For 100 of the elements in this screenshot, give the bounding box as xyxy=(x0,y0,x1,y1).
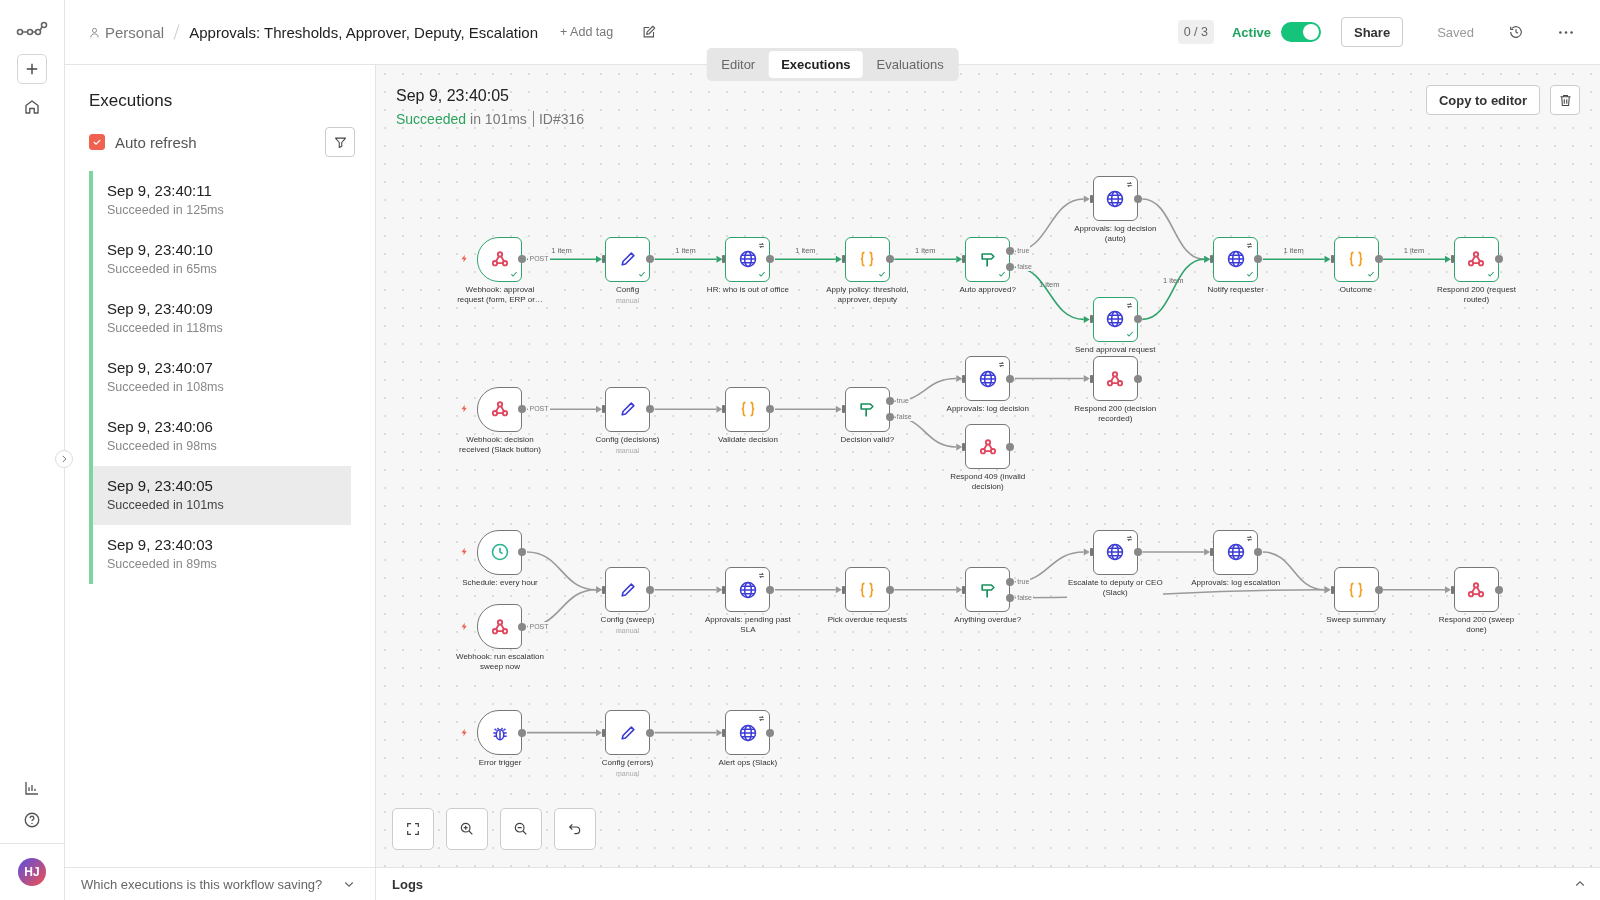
workflow-node[interactable] xyxy=(1454,236,1499,282)
output-handle[interactable] xyxy=(518,255,527,264)
workflow-node[interactable] xyxy=(725,710,771,756)
auto-refresh-checkbox[interactable] xyxy=(89,134,105,150)
workflow-node[interactable] xyxy=(965,356,1011,402)
add-button[interactable] xyxy=(17,54,47,84)
output-handle[interactable] xyxy=(766,585,775,594)
zoom-in-button[interactable] xyxy=(446,808,488,850)
output-handle[interactable] xyxy=(646,585,654,594)
output-handle[interactable] xyxy=(1133,194,1142,203)
output-handle[interactable] xyxy=(518,548,527,557)
history-icon[interactable] xyxy=(1508,24,1524,40)
workflow-node[interactable] xyxy=(1213,529,1259,575)
output-handle[interactable] xyxy=(766,255,775,264)
execution-item[interactable]: Sep 9, 23:40:03 Succeeded in 89ms xyxy=(89,525,351,584)
input-handle[interactable] xyxy=(1451,585,1454,594)
workflow-node[interactable] xyxy=(605,710,650,756)
help-icon[interactable] xyxy=(23,811,41,829)
input-handle[interactable] xyxy=(1210,548,1214,557)
workflow-node[interactable] xyxy=(477,710,523,756)
input-handle[interactable] xyxy=(962,585,966,594)
workflow-node[interactable] xyxy=(965,567,1011,613)
chart-icon[interactable] xyxy=(23,779,41,797)
input-handle[interactable] xyxy=(962,442,966,451)
edit-icon[interactable] xyxy=(641,24,657,40)
breadcrumb-link[interactable]: Personal xyxy=(89,23,165,41)
input-handle[interactable] xyxy=(1330,255,1334,264)
output-handle[interactable] xyxy=(1495,255,1503,264)
add-tag-link[interactable]: + Add tag xyxy=(560,25,614,39)
input-handle[interactable] xyxy=(1330,585,1334,594)
workflow-node[interactable] xyxy=(965,236,1011,282)
zoom-out-button[interactable] xyxy=(500,808,542,850)
input-handle[interactable] xyxy=(962,374,966,383)
input-handle[interactable] xyxy=(722,255,726,264)
auto-refresh-label[interactable]: Auto refresh xyxy=(115,133,197,151)
share-button[interactable]: Share xyxy=(1341,17,1404,47)
input-handle[interactable] xyxy=(722,728,726,737)
workflow-node[interactable] xyxy=(1454,567,1499,613)
workflow-node[interactable] xyxy=(725,386,771,432)
output-handle[interactable] xyxy=(885,585,894,594)
workflow-title[interactable]: Approvals: Thresholds, Approver, Deputy, Escalation xyxy=(189,23,538,41)
workflow-node[interactable] xyxy=(965,424,1011,470)
output-handle[interactable] xyxy=(1006,374,1015,383)
output-handle[interactable] xyxy=(518,622,527,631)
workflow-node[interactable] xyxy=(477,529,523,575)
workflow-node[interactable] xyxy=(1213,236,1259,282)
workflow-node[interactable] xyxy=(477,386,523,432)
more-icon[interactable] xyxy=(1558,29,1574,35)
reset-button[interactable] xyxy=(554,808,596,850)
output-handle[interactable] xyxy=(1006,442,1015,451)
delete-button[interactable] xyxy=(1550,85,1580,115)
output-handle[interactable] xyxy=(518,728,527,737)
execution-item[interactable]: Sep 9, 23:40:07 Succeeded in 108ms xyxy=(89,348,351,407)
workflow-node[interactable] xyxy=(1092,529,1138,575)
workflow-node[interactable] xyxy=(844,567,890,613)
workflow-node[interactable] xyxy=(1092,356,1138,402)
logs-title[interactable]: Logs xyxy=(392,876,424,892)
workflow-node[interactable] xyxy=(1333,236,1379,282)
output-handle[interactable] xyxy=(1133,315,1142,324)
input-handle[interactable] xyxy=(841,585,845,594)
output-handle[interactable] xyxy=(1374,585,1383,594)
output-handle[interactable] xyxy=(766,728,775,737)
view-tab[interactable]: Evaluations xyxy=(864,51,956,78)
output-handle[interactable] xyxy=(1133,548,1142,557)
execution-item[interactable]: Sep 9, 23:40:05 Succeeded in 101ms xyxy=(89,466,351,525)
input-handle[interactable] xyxy=(1089,374,1093,383)
workflow-node[interactable] xyxy=(605,236,650,282)
copy-to-editor-button[interactable]: Copy to editor xyxy=(1425,85,1540,115)
workflow-node[interactable] xyxy=(844,386,890,432)
workflow-node[interactable] xyxy=(725,236,771,282)
output-handle[interactable] xyxy=(1374,255,1383,264)
workflow-node[interactable] xyxy=(1092,176,1138,222)
input-handle[interactable] xyxy=(722,585,726,594)
execution-item[interactable]: Sep 9, 23:40:10 Succeeded in 65ms xyxy=(89,230,351,289)
input-handle[interactable] xyxy=(602,728,605,737)
output-handle[interactable] xyxy=(1254,548,1263,557)
input-handle[interactable] xyxy=(841,405,845,414)
execution-item[interactable]: Sep 9, 23:40:11 Succeeded in 125ms xyxy=(89,171,351,230)
workflow-node[interactable] xyxy=(477,236,523,282)
output-handle[interactable] xyxy=(646,255,654,264)
output-handle[interactable] xyxy=(1254,255,1263,264)
input-handle[interactable] xyxy=(1451,255,1454,264)
input-handle[interactable] xyxy=(602,585,605,594)
workflow-node[interactable] xyxy=(1333,567,1379,613)
footer-bar[interactable]: Which executions is this workflow saving? xyxy=(65,867,375,900)
output-handle[interactable] xyxy=(885,255,894,264)
workflow-node[interactable] xyxy=(725,567,771,613)
input-handle[interactable] xyxy=(602,405,605,414)
output-handle[interactable] xyxy=(1133,374,1142,383)
workflow-node[interactable] xyxy=(844,236,890,282)
output-handle[interactable] xyxy=(518,405,527,414)
input-handle[interactable] xyxy=(841,255,845,264)
input-handle[interactable] xyxy=(1089,548,1093,557)
output-handle[interactable] xyxy=(1495,585,1503,594)
execution-item[interactable]: Sep 9, 23:40:09 Succeeded in 118ms xyxy=(89,289,351,348)
active-toggle[interactable] xyxy=(1281,22,1321,42)
workflow-node[interactable] xyxy=(605,386,650,432)
home-icon[interactable] xyxy=(23,98,41,116)
output-handle[interactable] xyxy=(766,405,775,414)
user-avatar[interactable]: HJ xyxy=(18,858,46,886)
